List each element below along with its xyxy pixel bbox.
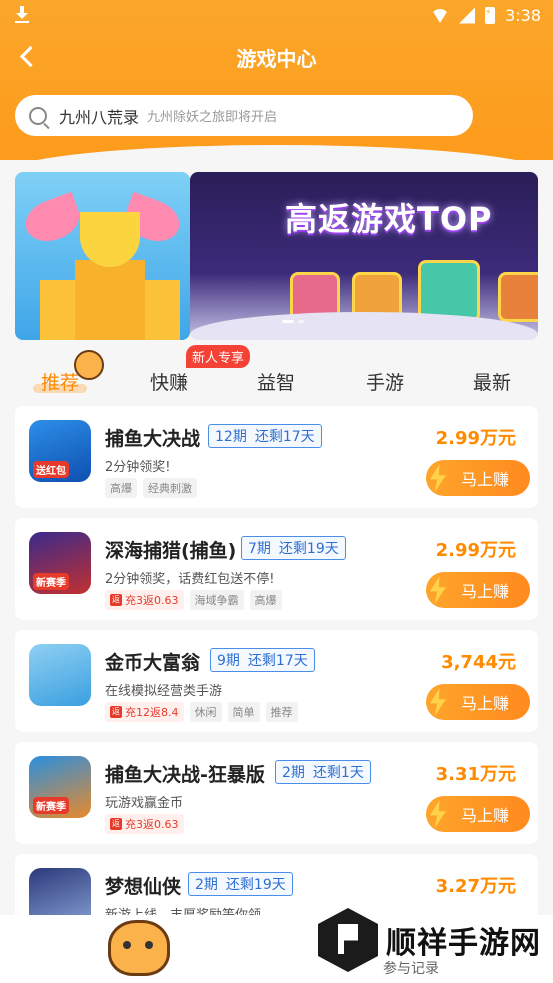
earn-now-button[interactable]: 马上赚 [426,572,530,608]
game-icon: 送红包 [29,420,91,482]
game-reward: 2.99万元 [435,540,516,561]
game-icon: 新赛季 [29,756,91,818]
game-name: 金币大富翁 [105,652,201,674]
banner-title: 高返游戏TOP [285,200,493,238]
game-period: 12期 [215,429,247,445]
tab-recommend[interactable]: 推荐 [32,368,88,395]
game-remaining: 还剩19天 [278,541,339,557]
earn-now-button[interactable]: 马上赚 [426,796,530,832]
game-tag: 海域争霸 [189,590,244,610]
status-time: 3:38 [505,6,541,25]
game-desc: 2分钟领奖! [105,460,171,475]
tab-latest[interactable]: 最新 [473,368,511,395]
rebate-tag: 返充12返8.4 [105,702,184,722]
tab-quick-earn[interactable]: 快赚 [150,368,188,395]
banner-top-games[interactable]: 高返游戏TOP [190,172,538,340]
game-tag: 经典刺激 [143,478,197,498]
app-header: 游戏中心 [0,32,553,82]
game-reward: 3.31万元 [435,764,516,785]
game-tags: 返充12返8.4 休闲 简单 推荐 [105,702,298,722]
game-tags: 高爆 经典刺激 [105,478,197,498]
search-hint: 九州除妖之旅即将开启 [147,110,278,125]
game-tags: 返充3返0.63 海域争霸 高爆 [105,590,282,610]
game-name: 捕鱼大决战-狂暴版 [105,764,265,786]
podium-center [75,260,145,340]
download-icon [14,6,30,24]
game-reward: 2.99万元 [435,428,516,449]
game-period-badge: 2期 还剩1天 [275,760,371,784]
watermark-logo-icon [318,908,378,972]
category-tabs: 推荐 快赚 益智 手游 最新 [0,360,553,400]
game-period-badge: 12期 还剩17天 [208,424,322,448]
search-icon [29,106,47,125]
new-user-badge: 新人专享 [186,345,251,368]
search-keyword: 九州八荒录 [59,107,140,127]
game-tag: 高爆 [249,590,282,610]
game-card[interactable]: 新赛季 深海捕猎(捕鱼) 7期 还剩19天 2分钟领奖，话费红包送不停! 返充3… [15,518,538,620]
game-icon-tag: 新赛季 [33,573,69,590]
battery-icon [485,7,496,24]
game-name: 捕鱼大决战 [105,428,201,450]
game-remaining: 还剩17天 [254,429,315,445]
tab-mobile-games[interactable]: 手游 [366,368,404,395]
game-tag: 休闲 [189,702,222,722]
banner-leaderboard[interactable] [15,172,190,340]
game-tag: 高爆 [105,478,137,498]
game-period: 7期 [248,541,271,557]
game-period-badge: 9期 还剩17天 [210,648,315,672]
game-remaining: 还剩17天 [247,653,308,669]
game-tag: 简单 [227,702,260,722]
game-remaining: 还剩1天 [312,765,364,781]
game-reward: 3.27万元 [435,876,516,897]
status-bar: 3:38 [0,0,553,32]
game-tile [498,272,538,322]
earn-now-button[interactable]: 马上赚 [426,684,530,720]
game-remaining: 还剩19天 [225,877,286,893]
game-tags: 返充3返0.63 [105,814,184,834]
wing-left [19,191,86,249]
game-desc: 玩游戏赢金币 [105,796,184,811]
game-icon-tag: 新赛季 [33,797,69,814]
carousel-indicator [282,320,304,323]
game-name: 深海捕猎(捕鱼) [105,540,237,562]
rebate-tag: 返充3返0.63 [105,814,184,834]
game-period-badge: 2期 还剩19天 [188,872,293,896]
game-name: 梦想仙侠 [105,876,182,898]
game-card[interactable]: 新赛季 捕鱼大决战-狂暴版 2期 还剩1天 玩游戏赢金币 返充3返0.63 3.… [15,742,538,844]
game-period-badge: 7期 还剩19天 [241,536,346,560]
game-icon-tag: 送红包 [33,461,69,478]
game-icon [29,644,91,706]
game-desc: 2分钟领奖，话费红包送不停! [105,572,275,587]
trophy-icon [80,212,140,267]
watermark: 顺祥手游网 [318,908,541,972]
game-desc: 在线模拟经营类手游 [105,684,223,699]
watermark-brand: 顺祥手游网 [386,926,541,961]
game-reward: 3,744元 [441,652,516,673]
snow-ground [190,312,538,340]
game-card[interactable]: 送红包 捕鱼大决战 12期 还剩17天 2分钟领奖! 高爆 经典刺激 2.99万… [15,406,538,508]
game-tag: 推荐 [265,702,298,722]
rebate-tag: 返充3返0.63 [105,590,184,610]
game-period: 2期 [195,877,218,893]
game-period: 9期 [217,653,240,669]
wifi-icon [431,9,449,23]
page-title: 游戏中心 [236,47,317,71]
signal-icon [459,7,476,24]
tiger-mascot-icon[interactable] [108,920,170,976]
game-period: 2期 [282,765,305,781]
earn-now-button[interactable]: 马上赚 [426,460,530,496]
tab-puzzle[interactable]: 益智 [257,368,295,395]
search-bar[interactable]: 九州八荒录 九州除妖之旅即将开启 [15,95,473,136]
game-card[interactable]: 金币大富翁 9期 还剩17天 在线模拟经营类手游 返充12返8.4 休闲 简单 … [15,630,538,732]
game-icon: 新赛季 [29,532,91,594]
